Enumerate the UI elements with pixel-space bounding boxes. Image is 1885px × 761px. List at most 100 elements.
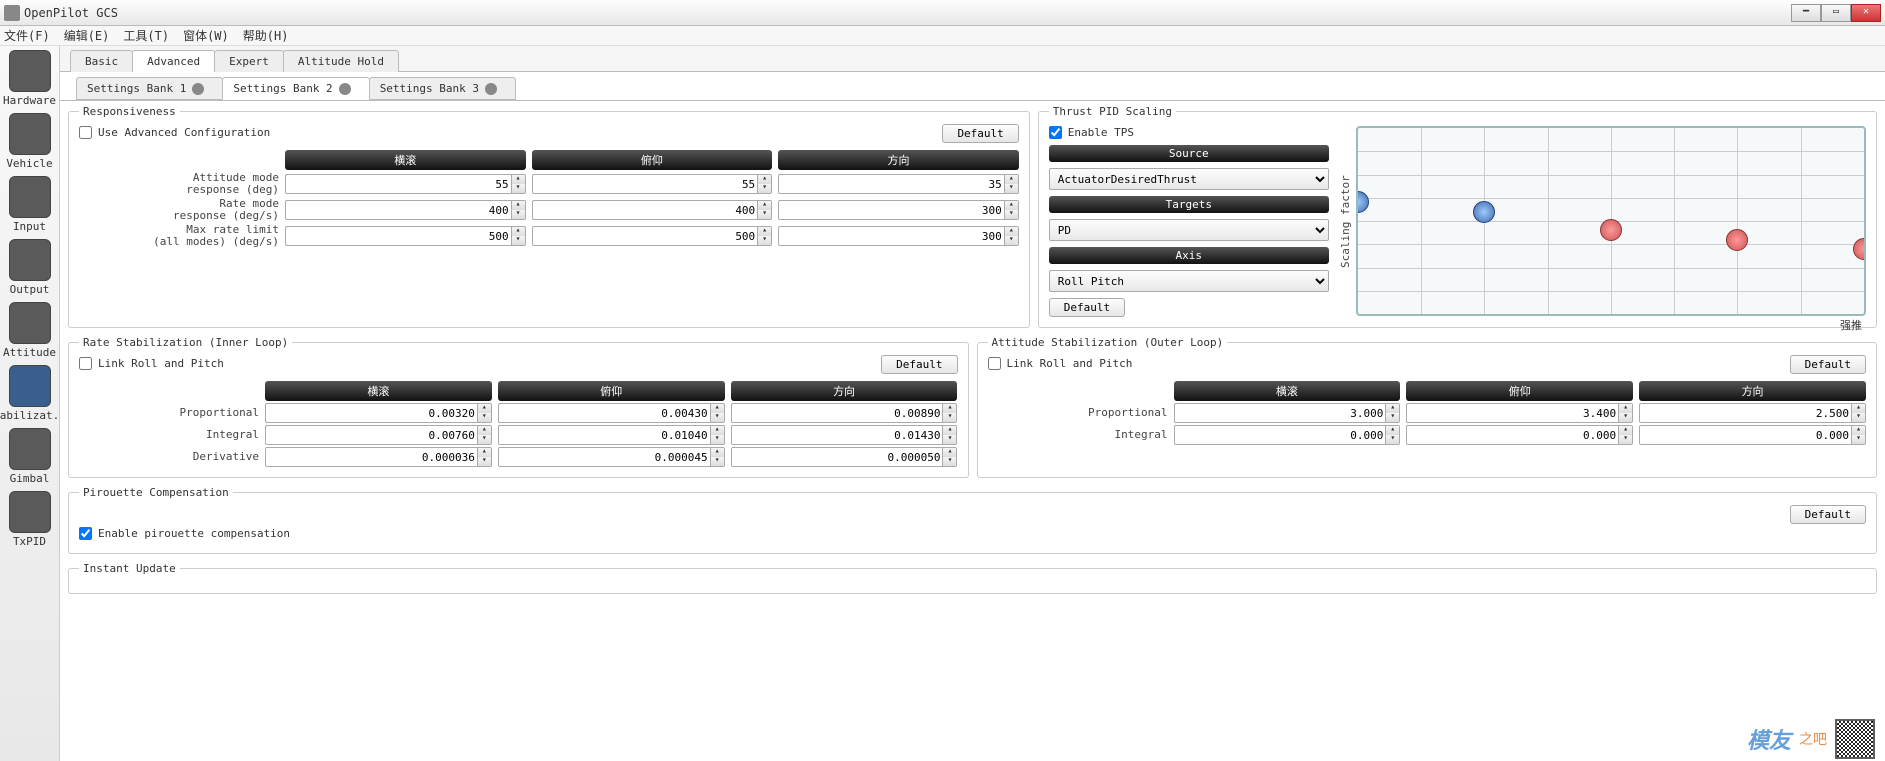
tps-title: Thrust PID Scaling — [1049, 105, 1176, 118]
brand-logo: 模友 — [1747, 723, 1791, 755]
rate-pitch-spin[interactable]: ▴▾ — [532, 200, 773, 220]
rate-i-pitch[interactable]: ▴▾ — [498, 425, 725, 445]
maxrate-roll-spin[interactable]: ▴▾ — [285, 226, 526, 246]
att-i-yaw[interactable]: ▴▾ — [1639, 425, 1866, 445]
attitude-roll-spin[interactable]: ▴▾ — [285, 174, 526, 194]
att-p-pitch[interactable]: ▴▾ — [1406, 403, 1633, 423]
sidebar-item-output[interactable]: Output — [5, 239, 55, 296]
thrust-pid-scaling-group: Thrust PID Scaling Enable TPS Source Act… — [1038, 105, 1877, 328]
att-p-roll[interactable]: ▴▾ — [1174, 403, 1401, 423]
tab-altitude-hold[interactable]: Altitude Hold — [283, 50, 399, 72]
output-icon — [9, 239, 51, 281]
graph-point[interactable] — [1600, 219, 1622, 241]
app-icon — [4, 5, 20, 21]
rate-roll-spin[interactable]: ▴▾ — [285, 200, 526, 220]
tab-settings-bank-2[interactable]: Settings Bank 2 — [222, 77, 369, 100]
graph-point[interactable] — [1473, 201, 1495, 223]
tps-source-select[interactable]: ActuatorDesiredThrust — [1049, 168, 1329, 190]
attitude-default-button[interactable]: Default — [1790, 355, 1866, 374]
stabilization-icon — [9, 365, 51, 407]
instant-update-title: Instant Update — [79, 562, 180, 575]
attitude-pitch-spin[interactable]: ▴▾ — [532, 174, 773, 194]
pirouette-title: Pirouette Compensation — [79, 486, 233, 499]
pirouette-default-button[interactable]: Default — [1790, 505, 1866, 524]
maxrate-pitch-spin[interactable]: ▴▾ — [532, 226, 773, 246]
attitude-title: Attitude Stabilization (Outer Loop) — [988, 336, 1228, 349]
responsiveness-default-button[interactable]: Default — [942, 124, 1018, 143]
col-yaw: 方向 — [778, 150, 1019, 170]
rate-p-pitch[interactable]: ▴▾ — [498, 403, 725, 423]
rate-i-roll[interactable]: ▴▾ — [265, 425, 492, 445]
window-maximize-button[interactable]: ▭ — [1821, 4, 1851, 22]
enable-tps-checkbox[interactable]: Enable TPS — [1049, 126, 1329, 139]
sidebar-item-gimbal[interactable]: Gimbal — [5, 428, 55, 485]
enable-pirouette-checkbox[interactable]: Enable pirouette compensation — [79, 527, 290, 540]
txpid-icon — [9, 491, 51, 533]
hardware-icon — [9, 50, 51, 92]
main-tabs: Basic Advanced Expert Altitude Hold — [60, 46, 1885, 72]
menu-edit[interactable]: 编辑(E) — [64, 27, 110, 44]
menubar: 文件(F) 编辑(E) 工具(T) 窗体(W) 帮助(H) — [0, 26, 1885, 46]
menu-tools[interactable]: 工具(T) — [123, 27, 169, 44]
att-i-pitch[interactable]: ▴▾ — [1406, 425, 1633, 445]
sidebar-item-input[interactable]: Input — [5, 176, 55, 233]
graph-point[interactable] — [1726, 229, 1748, 251]
sidebar-item-stabilization[interactable]: Stabilizat... — [5, 365, 55, 422]
brand-sub: 之吧 — [1799, 729, 1827, 749]
vehicle-icon — [9, 113, 51, 155]
tab-settings-bank-1[interactable]: Settings Bank 1 — [76, 77, 223, 100]
window-close-button[interactable]: ✕ — [1851, 4, 1881, 22]
rate-yaw-spin[interactable]: ▴▾ — [778, 200, 1019, 220]
rate-d-yaw[interactable]: ▴▾ — [731, 447, 958, 467]
rate-i-yaw[interactable]: ▴▾ — [731, 425, 958, 445]
tps-axis-heading: Axis — [1049, 247, 1329, 264]
menu-window[interactable]: 窗体(W) — [183, 27, 229, 44]
rate-p-roll[interactable]: ▴▾ — [265, 403, 492, 423]
max-rate-label: Max rate limit(all modes) (deg/s) — [79, 224, 279, 248]
col-pitch: 俯仰 — [532, 150, 773, 170]
gear-icon — [192, 83, 204, 95]
window-titlebar: OpenPilot GCS ━ ▭ ✕ — [0, 0, 1885, 26]
attitude-yaw-spin[interactable]: ▴▾ — [778, 174, 1019, 194]
attitude-link-checkbox[interactable]: Link Roll and Pitch — [988, 357, 1133, 370]
responsiveness-group: Responsiveness Default Use Advanced Conf… — [68, 105, 1030, 328]
use-advanced-config-checkbox[interactable]: Use Advanced Configuration — [79, 126, 270, 139]
rate-mode-label: Rate moderesponse (deg/s) — [79, 198, 279, 222]
tps-targets-select[interactable]: PD — [1049, 219, 1329, 241]
rate-d-roll[interactable]: ▴▾ — [265, 447, 492, 467]
gear-icon — [339, 83, 351, 95]
rate-default-button[interactable]: Default — [881, 355, 957, 374]
menu-help[interactable]: 帮助(H) — [243, 27, 289, 44]
att-i-roll[interactable]: ▴▾ — [1174, 425, 1401, 445]
attitude-mode-label: Attitude moderesponse (deg) — [79, 172, 279, 196]
tab-basic[interactable]: Basic — [70, 50, 133, 72]
menu-file[interactable]: 文件(F) — [4, 27, 50, 44]
sidebar: Hardware Vehicle Input Output Attitude S… — [0, 46, 60, 761]
sidebar-item-txpid[interactable]: TxPID — [5, 491, 55, 548]
tps-axis-select[interactable]: Roll Pitch — [1049, 270, 1329, 292]
spin-down-icon[interactable]: ▾ — [511, 184, 525, 193]
tps-source-heading: Source — [1049, 145, 1329, 162]
attitude-stabilization-group: Attitude Stabilization (Outer Loop) Defa… — [977, 336, 1878, 478]
settings-bank-tabs: Settings Bank 1 Settings Bank 2 Settings… — [60, 72, 1885, 100]
tab-expert[interactable]: Expert — [214, 50, 284, 72]
input-icon — [9, 176, 51, 218]
sidebar-item-vehicle[interactable]: Vehicle — [5, 113, 55, 170]
window-minimize-button[interactable]: ━ — [1791, 4, 1821, 22]
tps-graph[interactable] — [1356, 126, 1866, 316]
sidebar-item-hardware[interactable]: Hardware — [5, 50, 55, 107]
maxrate-yaw-spin[interactable]: ▴▾ — [778, 226, 1019, 246]
sidebar-item-attitude[interactable]: Attitude — [5, 302, 55, 359]
watermark: 模友 之吧 — [1747, 719, 1875, 759]
rate-d-pitch[interactable]: ▴▾ — [498, 447, 725, 467]
tab-advanced[interactable]: Advanced — [132, 50, 215, 72]
window-title: OpenPilot GCS — [24, 6, 1791, 20]
rate-link-checkbox[interactable]: Link Roll and Pitch — [79, 357, 224, 370]
responsiveness-title: Responsiveness — [79, 105, 180, 118]
tab-settings-bank-3[interactable]: Settings Bank 3 — [369, 77, 516, 100]
gear-icon — [485, 83, 497, 95]
tps-default-button[interactable]: Default — [1049, 298, 1125, 317]
att-p-yaw[interactable]: ▴▾ — [1639, 403, 1866, 423]
rate-p-yaw[interactable]: ▴▾ — [731, 403, 958, 423]
qr-code-icon — [1835, 719, 1875, 759]
